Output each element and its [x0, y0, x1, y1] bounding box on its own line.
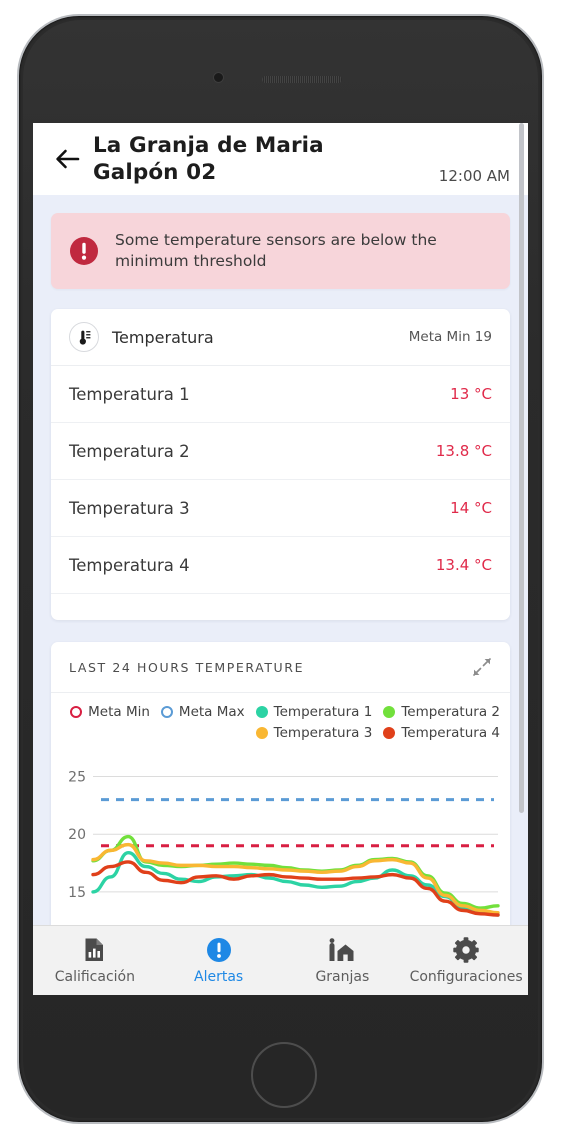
legend-item[interactable]: Meta Max [160, 704, 245, 720]
tab-configuraciones[interactable]: Configuraciones [404, 926, 528, 995]
legend-swatch-temperatura-3 [255, 727, 268, 739]
temperature-card-header: Temperatura Meta Min 19 [51, 309, 510, 366]
bottom-navigation: Calificación Alertas Granjas Configuraci… [33, 925, 528, 995]
legend-item[interactable]: Temperatura 2 [383, 704, 500, 720]
legend-item[interactable]: Temperatura 3 [255, 725, 373, 741]
card-footer-spacer [51, 594, 510, 620]
table-row[interactable]: Temperatura 2 13.8 °C [51, 423, 510, 480]
chart-legend: Meta Min Meta Max Temperatura 1 Temperat… [51, 693, 510, 747]
page-title: La Granja de Maria Galpón 02 [91, 132, 439, 186]
tab-label: Calificación [54, 968, 135, 985]
svg-text:15: 15 [68, 885, 86, 901]
temperature-card-title: Temperatura [112, 327, 214, 347]
home-button[interactable] [251, 1042, 317, 1108]
temperature-meta-min: Meta Min 19 [408, 329, 492, 345]
legend-swatch-temperatura-4 [383, 727, 396, 739]
sensor-value: 13.8 °C [435, 442, 492, 460]
legend-swatch-meta-min [70, 706, 83, 718]
chart-title: LAST 24 HOURS TEMPERATURE [69, 659, 305, 675]
legend-swatch-temperatura-1 [255, 706, 268, 718]
svg-text:20: 20 [68, 827, 86, 843]
expand-diagonal-icon[interactable] [472, 657, 492, 677]
chart-card: LAST 24 HOURS TEMPERATURE Meta Min Meta … [51, 642, 510, 932]
legend-item[interactable]: Temperatura 1 [255, 704, 373, 720]
legend-label: Temperatura 2 [401, 704, 500, 720]
tab-alertas[interactable]: Alertas [157, 926, 281, 995]
document-chart-icon [82, 937, 107, 964]
svg-text:25: 25 [68, 770, 86, 786]
legend-item[interactable]: Meta Min [70, 704, 150, 720]
screenshot-root: La Granja de Maria Galpón 02 12:00 AM So… [0, 0, 561, 1136]
sensor-value: 13 °C [450, 385, 492, 403]
title-line-2: Galpón 02 [93, 160, 217, 185]
table-row[interactable]: Temperatura 3 14 °C [51, 480, 510, 537]
sensor-label: Temperatura 3 [69, 498, 190, 518]
sensor-value: 14 °C [450, 499, 492, 517]
tab-label: Alertas [194, 968, 244, 985]
sensor-label: Temperatura 4 [69, 555, 190, 575]
sensor-value: 13.4 °C [435, 556, 492, 574]
alert-circle-icon [206, 937, 232, 964]
app-header: La Granja de Maria Galpón 02 12:00 AM [33, 123, 528, 195]
line-chart-svg: 15 20 25 [68, 770, 500, 917]
app-screen: La Granja de Maria Galpón 02 12:00 AM So… [33, 123, 528, 995]
chart-plot-area[interactable]: 15 20 25 [51, 747, 510, 932]
legend-label: Temperatura 3 [273, 725, 373, 741]
legend-label: Temperatura 4 [401, 725, 500, 741]
vertical-scrollbar[interactable] [519, 123, 524, 813]
thermometer-icon [69, 322, 99, 352]
tab-granjas[interactable]: Granjas [281, 926, 405, 995]
legend-label: Meta Min [88, 704, 150, 720]
sensor-label: Temperatura 1 [69, 384, 190, 404]
arrow-left-icon [56, 149, 80, 169]
legend-swatch-temperatura-2 [383, 706, 396, 718]
legend-swatch-meta-max [160, 706, 173, 718]
alert-banner: Some temperature sensors are below the m… [51, 213, 510, 289]
earpiece-speaker [262, 76, 342, 83]
sensor-label: Temperatura 2 [69, 441, 190, 461]
front-camera-icon [213, 72, 224, 83]
alert-message: Some temperature sensors are below the m… [115, 231, 437, 270]
legend-label: Meta Max [178, 704, 245, 720]
chart-card-header: LAST 24 HOURS TEMPERATURE [51, 642, 510, 693]
alert-circle-icon [70, 237, 98, 265]
back-button[interactable] [45, 136, 91, 182]
table-row[interactable]: Temperatura 4 13.4 °C [51, 537, 510, 594]
tab-calificacion[interactable]: Calificación [33, 926, 157, 995]
legend-item[interactable]: Temperatura 4 [383, 725, 500, 741]
tab-label: Granjas [315, 968, 370, 985]
table-row[interactable]: Temperatura 1 13 °C [51, 366, 510, 423]
temperature-card: Temperatura Meta Min 19 Temperatura 1 13… [51, 309, 510, 620]
title-line-1: La Granja de Maria [93, 133, 324, 158]
scroll-body: Some temperature sensors are below the m… [33, 123, 528, 995]
header-time: 12:00 AM [438, 167, 510, 185]
tab-label: Configuraciones [409, 968, 523, 985]
gear-icon [453, 937, 479, 964]
barn-icon [328, 937, 356, 964]
legend-label: Temperatura 1 [273, 704, 373, 720]
